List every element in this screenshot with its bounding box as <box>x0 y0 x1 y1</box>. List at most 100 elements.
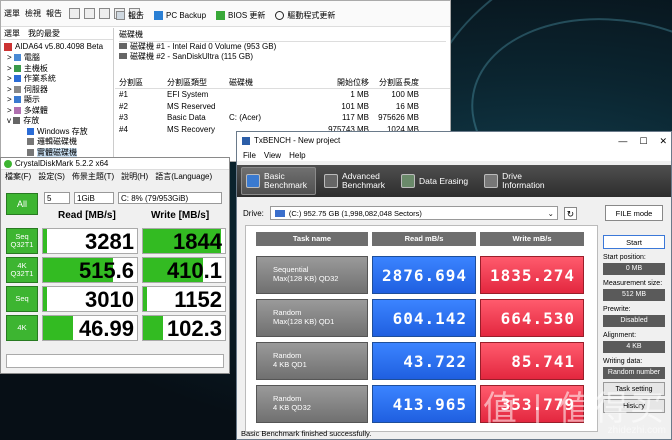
seq-q32t1-button[interactable]: Seq Q32T1 <box>6 228 38 254</box>
eraser-icon <box>401 174 415 188</box>
read-result: 604.142 <box>372 299 476 337</box>
column-header[interactable]: 磁碟機 <box>229 76 319 88</box>
column-header[interactable]: 開始位移 <box>319 76 369 88</box>
read-result: 413.965 <box>372 385 476 423</box>
prewrite-value[interactable]: Disabled <box>603 315 665 327</box>
tree-item[interactable]: Windows 存放 <box>1 127 113 138</box>
cell: #1 <box>119 90 128 99</box>
4k-q32t1-button[interactable]: 4K Q32T1 <box>6 257 38 283</box>
measurement-size-value[interactable]: 512 MB <box>603 289 665 301</box>
start-button[interactable]: Start <box>603 235 665 249</box>
tree-item[interactable]: > 主機板 <box>1 64 113 75</box>
4k-button[interactable]: 4K <box>6 315 38 341</box>
count-select[interactable]: 5 <box>44 192 70 204</box>
close-icon[interactable]: ✕ <box>659 136 667 147</box>
tree-item[interactable]: 邏輯磁碟機 <box>1 137 113 148</box>
size-select[interactable]: 1GiB <box>74 192 114 204</box>
windows-icon <box>27 127 34 135</box>
driver-update-button[interactable]: 驅動程式更新 <box>275 10 335 21</box>
measurement-size-label: Measurement size: <box>603 280 663 287</box>
tab-favorites[interactable]: 我的最愛 <box>28 28 60 39</box>
refresh-button[interactable]: ↻ <box>563 206 577 220</box>
column-header[interactable]: 分割區長度 <box>369 76 419 88</box>
back-icon[interactable] <box>69 8 80 19</box>
version-row[interactable]: AIDA64 v5.80.4098 Beta <box>1 40 113 53</box>
menu-theme[interactable]: 佈景主題(T) <box>72 171 114 182</box>
table-row[interactable]: #3 Basic Data C: (Acer) 117 MB 975626 MB <box>115 112 450 124</box>
read-value: 515.6 <box>42 257 138 283</box>
forward-icon[interactable] <box>84 8 95 19</box>
alignment-label: Alignment: <box>603 332 637 339</box>
tab-label: Benchmark <box>264 180 307 190</box>
drive-select[interactable]: (C:) 952.75 GB (1,998,082,048 Sectors) ⌄ <box>269 206 558 220</box>
bios-update-button[interactable]: BIOS 更新 <box>216 10 265 21</box>
minimize-icon[interactable]: — <box>618 136 627 147</box>
menu-view[interactable]: View <box>264 151 281 160</box>
column-header[interactable]: 分割區 <box>115 76 167 88</box>
writing-data-value[interactable]: Random number <box>603 367 665 379</box>
menu-file[interactable]: File <box>243 151 256 160</box>
menu-settings[interactable]: 設定(S) <box>38 171 65 182</box>
tree-item[interactable]: > 伺服器 <box>1 85 113 96</box>
txbench-logo-icon <box>242 136 250 145</box>
task-label[interactable]: Sequential Max(128 KB) QD32 <box>256 256 368 294</box>
progress-bar <box>43 229 47 253</box>
tree-item[interactable]: > 作業系統 <box>1 74 113 85</box>
report-button[interactable]: 報告 <box>116 10 144 21</box>
tab-basic-benchmark[interactable]: Basic Benchmark <box>241 167 316 195</box>
menu-language[interactable]: 語言(Language) <box>155 171 212 182</box>
window-title: CrystalDiskMark 5.2.2 x64 <box>15 159 109 168</box>
motherboard-icon <box>13 64 21 72</box>
device-item[interactable]: 磁碟機 #2 - SanDiskUltra (115 GB) <box>119 52 446 63</box>
task-label[interactable]: Random 4 KB QD1 <box>256 342 368 380</box>
start-position-value[interactable]: 0 MB <box>603 263 665 275</box>
watermark: 值 | 值得买 zhidezhi.com <box>483 392 666 436</box>
menu-item[interactable]: 選單 <box>4 8 20 19</box>
task-label[interactable]: Random 4 KB QD32 <box>256 385 368 423</box>
settings-panel: Start Start position: 0 MB Measurement s… <box>603 235 665 413</box>
cell: EFI System <box>167 90 209 99</box>
file-mode-button[interactable]: FILE mode <box>605 205 663 221</box>
table-row[interactable]: #1 EFI System 1 MB 100 MB <box>115 89 450 101</box>
aida-toolbar: 報告 PC Backup BIOS 更新 驅動程式更新 <box>116 10 335 21</box>
tab-advanced-benchmark[interactable]: Advanced Benchmark <box>320 167 393 195</box>
tab-drive-information[interactable]: Drive Information <box>480 167 553 195</box>
drive-select[interactable]: C: 8% (79/953GiB) <box>118 192 222 204</box>
read-result: 43.722 <box>372 342 476 380</box>
task-line: Sequential <box>273 265 309 274</box>
prewrite-label: Prewrite: <box>603 306 631 313</box>
tree-item[interactable]: > 顯示 <box>1 95 113 106</box>
window-title: TxBENCH - New project <box>254 136 341 145</box>
menu-help[interactable]: Help <box>289 151 305 160</box>
column-header[interactable]: 分割區類型 <box>167 76 229 88</box>
refresh-icon[interactable] <box>99 8 110 19</box>
menu-item[interactable]: 檢視 <box>25 8 41 19</box>
seq-button[interactable]: Seq <box>6 286 38 312</box>
comment-field[interactable] <box>6 354 224 368</box>
tab-data-erasing[interactable]: Data Erasing <box>397 167 476 195</box>
menu-item[interactable]: 報告 <box>46 8 62 19</box>
device-item[interactable]: 磁碟機 #1 - Intel Raid 0 Volume (953 GB) <box>119 42 446 53</box>
start-position-label: Start position: <box>603 254 646 261</box>
aida-sidebar: 選單 我的最愛 AIDA64 v5.80.4098 Beta > 電腦 > 主機… <box>1 28 114 161</box>
alignment-value[interactable]: 4 KB <box>603 341 665 353</box>
pc-backup-button[interactable]: PC Backup <box>154 11 206 20</box>
tab-menu[interactable]: 選單 <box>4 28 20 39</box>
all-button[interactable]: All <box>6 193 38 215</box>
maximize-icon[interactable]: ☐ <box>639 136 647 147</box>
cell: MS Reserved <box>167 101 216 111</box>
task-label[interactable]: Random Max(128 KB) QD1 <box>256 299 368 337</box>
display-icon <box>13 96 21 104</box>
tx-ribbon: Basic Benchmark Advanced Benchmark Data Er… <box>237 165 671 197</box>
menu-file[interactable]: 檔案(F) <box>5 171 31 182</box>
partition-table: 分割區 分割區類型 磁碟機 開始位移 分割區長度 #1 EFI System 1 M… <box>115 76 450 135</box>
menu-help[interactable]: 說明(H) <box>121 171 148 182</box>
cell: #4 <box>119 124 128 134</box>
tx-titlebar: TxBENCH - New project — ☐ ✕ <box>237 132 671 149</box>
cell: Basic Data <box>167 113 206 122</box>
tree-item[interactable]: > 多媒體 <box>1 106 113 117</box>
write-header: Write [MB/s] <box>151 210 210 221</box>
tree-item[interactable]: > 電腦 <box>1 53 113 64</box>
table-row[interactable]: #2 MS Reserved 101 MB 16 MB <box>115 101 450 113</box>
tree-item[interactable]: v 存放 <box>1 116 113 127</box>
